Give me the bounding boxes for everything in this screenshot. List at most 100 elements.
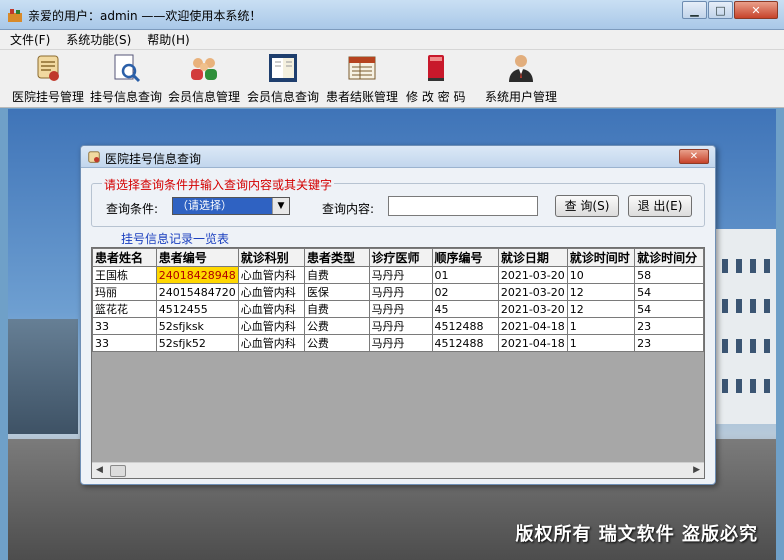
table-cell[interactable]: 2021-03-20 [497, 283, 568, 301]
table-cell[interactable]: 24015484720 [155, 283, 239, 301]
table-cell[interactable]: 马丹丹 [368, 334, 433, 352]
table-cell[interactable]: 23 [634, 317, 704, 335]
table-cell[interactable]: 2021-04-18 [497, 334, 568, 352]
column-header[interactable]: 患者编号 [155, 248, 239, 267]
column-header[interactable]: 患者类型 [303, 248, 370, 267]
horizontal-scrollbar[interactable]: ◀ ▶ [92, 462, 704, 478]
table-cell[interactable]: 4512488 [431, 334, 499, 352]
tool-member-query[interactable]: 会员信息查询 [247, 52, 319, 105]
table-cell[interactable]: 马丹丹 [368, 266, 433, 284]
condition-label: 查询条件: [106, 202, 159, 216]
table-cell[interactable]: 马丹丹 [368, 300, 433, 318]
table-cell-selected[interactable]: 24018428948 [155, 266, 239, 284]
copyright-text: 版权所有 瑞文软件 盗版必究 [515, 524, 758, 545]
tool-user-management[interactable]: 系统用户管理 [485, 52, 557, 105]
menu-bar: 文件(F) 系统功能(S) 帮助(H) [0, 30, 784, 50]
table-cell[interactable]: 玛丽 [92, 283, 157, 301]
tool-label: 会员信息查询 [247, 90, 320, 104]
column-header[interactable]: 就诊时间分 [634, 248, 704, 267]
table-cell[interactable]: 23 [634, 334, 704, 352]
table-row[interactable]: 王国栋 24018428948 心血管内科 自费 马丹丹 01 2021-03-… [92, 266, 704, 284]
tool-registration-query[interactable]: 挂号信息查询 [90, 52, 162, 105]
column-header[interactable]: 顺序编号 [431, 248, 499, 267]
table-row[interactable]: 33 52sfjksk 心血管内科 公费 马丹丹 4512488 2021-04… [92, 317, 704, 335]
scrollbar-thumb[interactable] [110, 465, 126, 477]
table-cell[interactable]: 33 [92, 317, 157, 335]
menu-help[interactable]: 帮助(H) [147, 31, 189, 48]
table-cell[interactable]: 篮花花 [92, 300, 157, 318]
query-criteria-group: 请选择查询条件并输入查询内容或其关键字 查询条件: （请选择） ▼ 查询内容: … [91, 176, 705, 227]
table-cell[interactable]: 54 [634, 283, 704, 301]
table-cell[interactable]: 52sfjksk [155, 317, 239, 335]
table-cell[interactable]: 52sfjk52 [155, 334, 239, 352]
table-row[interactable]: 玛丽 24015484720 心血管内科 医保 马丹丹 02 2021-03-2… [92, 283, 704, 301]
table-cell[interactable]: 公费 [303, 317, 370, 335]
user-icon [509, 55, 533, 82]
column-header[interactable]: 就诊科别 [237, 248, 305, 267]
tool-registration-management[interactable]: 医院挂号管理 [12, 52, 84, 105]
scroll-icon [88, 151, 100, 163]
tool-change-password[interactable]: 修 改 密 码 [406, 52, 465, 105]
query-button[interactable]: 查 询(S) [555, 195, 619, 217]
tool-label: 挂号信息查询 [90, 90, 163, 104]
close-button[interactable]: ✕ [734, 1, 778, 19]
table-cell[interactable]: 2021-03-20 [497, 266, 568, 284]
maximize-button[interactable]: □ [708, 1, 733, 19]
red-book-icon [427, 55, 444, 81]
chevron-down-icon[interactable]: ▼ [272, 198, 289, 214]
content-input[interactable] [388, 196, 538, 216]
table-cell[interactable]: 心血管内科 [237, 317, 305, 335]
background-building-right [714, 229, 776, 424]
table-row[interactable]: 33 52sfjk52 心血管内科 公费 马丹丹 4512488 2021-04… [92, 334, 704, 352]
dialog-title: 医院挂号信息查询 [105, 152, 202, 166]
table-cell[interactable]: 10 [566, 266, 636, 284]
table-cell[interactable]: 自费 [303, 300, 370, 318]
minimize-button[interactable]: ▁ [682, 1, 707, 19]
table-cell[interactable]: 2021-04-18 [497, 317, 568, 335]
table-cell[interactable]: 心血管内科 [237, 266, 305, 284]
table-cell[interactable]: 心血管内科 [237, 334, 305, 352]
tool-member-management[interactable]: 会员信息管理 [168, 52, 240, 105]
table-cell[interactable]: 心血管内科 [237, 283, 305, 301]
column-header[interactable]: 诊疗医师 [368, 248, 433, 267]
criteria-legend: 请选择查询条件并输入查询内容或其关键字 [102, 176, 335, 193]
condition-select-value: （请选择） [177, 199, 232, 212]
tool-patient-billing[interactable]: 患者结账管理 [326, 52, 398, 105]
table-cell[interactable]: 马丹丹 [368, 317, 433, 335]
table-cell[interactable]: 自费 [303, 266, 370, 284]
tool-label: 系统用户管理 [485, 90, 558, 104]
table-cell[interactable]: 33 [92, 334, 157, 352]
registration-table[interactable]: 患者姓名 患者编号 就诊科别 患者类型 诊疗医师 顺序编号 就诊日期 就诊时间时… [91, 247, 705, 479]
table-cell[interactable]: 医保 [303, 283, 370, 301]
table-cell[interactable]: 45 [431, 300, 499, 318]
table-cell[interactable]: 01 [431, 266, 499, 284]
table-cell[interactable]: 1 [566, 317, 636, 335]
table-cell[interactable]: 12 [566, 283, 636, 301]
scroll-left-icon[interactable]: ◀ [96, 465, 103, 475]
column-header[interactable]: 患者姓名 [92, 248, 157, 267]
table-cell[interactable]: 12 [566, 300, 636, 318]
table-cell[interactable]: 58 [634, 266, 704, 284]
table-row[interactable]: 篮花花 4512455 心血管内科 自费 马丹丹 45 2021-03-20 1… [92, 300, 704, 318]
table-cell[interactable]: 马丹丹 [368, 283, 433, 301]
menu-system[interactable]: 系统功能(S) [66, 31, 131, 48]
table-cell[interactable]: 4512488 [431, 317, 499, 335]
column-header[interactable]: 就诊日期 [497, 248, 568, 267]
dialog-close-button[interactable]: ✕ [679, 149, 709, 164]
exit-button[interactable]: 退 出(E) [628, 195, 692, 217]
book-icon [269, 54, 297, 82]
condition-select[interactable]: （请选择） ▼ [172, 197, 290, 215]
table-cell[interactable]: 公费 [303, 334, 370, 352]
column-header[interactable]: 就诊时间时 [566, 248, 636, 267]
table-cell[interactable]: 王国栋 [92, 266, 157, 284]
table-cell[interactable]: 02 [431, 283, 499, 301]
table-cell[interactable]: 1 [566, 334, 636, 352]
menu-file[interactable]: 文件(F) [10, 31, 50, 48]
scroll-right-icon[interactable]: ▶ [693, 465, 700, 475]
table-cell[interactable]: 4512455 [155, 300, 239, 318]
magnifier-document-icon [114, 54, 141, 83]
table-cell[interactable]: 心血管内科 [237, 300, 305, 318]
table-cell[interactable]: 54 [634, 300, 704, 318]
table-cell[interactable]: 2021-03-20 [497, 300, 568, 318]
tool-label: 医院挂号管理 [12, 90, 85, 104]
